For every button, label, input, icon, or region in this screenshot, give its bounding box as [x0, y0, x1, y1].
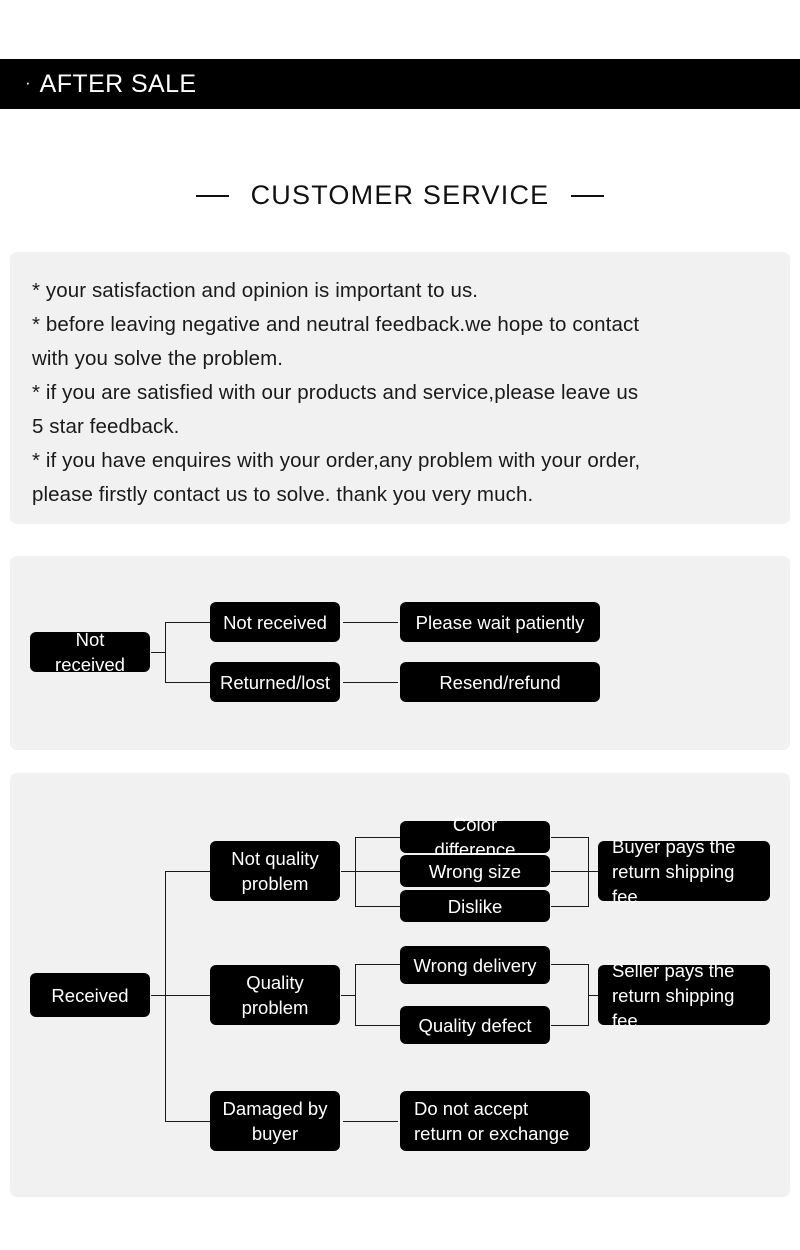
connector-reason-arm — [355, 906, 400, 908]
flow-box-root-not-received: Not received — [30, 629, 150, 675]
policy-line: with you solve the problem. — [32, 347, 284, 370]
policy-line: * if you have enquires with your order,a… — [32, 449, 641, 472]
policy-panel: * your satisfaction and opinion is impor… — [10, 252, 790, 524]
policy-line: * before leaving negative and neutral fe… — [32, 313, 640, 336]
connector-branch-arm — [165, 682, 210, 684]
connector-category-to-outcome — [343, 1121, 398, 1123]
connector-category-arm — [165, 1121, 210, 1123]
policy-line: * your satisfaction and opinion is impor… — [32, 279, 479, 302]
connector-reason-arm — [355, 871, 400, 873]
title-rule-left-icon — [195, 194, 229, 197]
received-flow-panel: Received Not quality problem Color diffe… — [10, 773, 790, 1197]
policy-line: * if you are satisfied with our products… — [32, 381, 639, 404]
bullet-dot-icon: · — [25, 72, 31, 92]
connector-root-stub — [151, 652, 165, 654]
flow-box-outcome-buyer-pays: Buyer pays the return shipping fee — [598, 836, 770, 907]
connector-reason-out-arm — [551, 964, 589, 966]
connector-cause-to-outcome — [343, 682, 398, 684]
connector-root-rail — [165, 622, 167, 682]
connector-category-arm — [165, 871, 210, 873]
connector-root-stub — [151, 995, 165, 997]
connector-reason-out-arm — [551, 837, 589, 839]
flow-box-root-received: Received — [30, 973, 150, 1017]
flow-box-reason-wrong-delivery: Wrong delivery — [400, 946, 550, 984]
flow-box-reason-quality-defect: Quality defect — [400, 1006, 550, 1044]
flow-box-category-not-quality-problem: Not quality problem — [210, 841, 340, 901]
flow-box-outcome-wait-patiently: Please wait patiently — [400, 602, 600, 642]
flow-box-category-damaged-by-buyer: Damaged by buyer — [210, 1091, 340, 1151]
flow-box-outcome-no-return-exchange: Do not accept return or exchange — [400, 1091, 590, 1151]
page-title: CUSTOMER SERVICE — [250, 180, 550, 210]
flow-box-reason-wrong-size: Wrong size — [400, 855, 550, 887]
policy-line: 5 star feedback. — [32, 415, 180, 438]
connector-branch-arm — [165, 622, 210, 624]
flow-box-reason-dislike: Dislike — [400, 890, 550, 922]
after-sale-header: · AFTER SALE — [0, 59, 800, 109]
flow-box-cause-returned-lost: Returned/lost — [210, 662, 340, 702]
flow-box-outcome-resend-refund: Resend/refund — [400, 662, 600, 702]
connector-reason-out-arm — [551, 1025, 589, 1027]
connector-reason-arm — [355, 964, 400, 966]
connector-category-stub — [341, 995, 355, 997]
connector-reason-rail — [355, 964, 357, 1025]
section-title-row: CUSTOMER SERVICE — [0, 180, 800, 211]
flow-box-reason-color-difference: Color difference — [400, 814, 550, 860]
flow-box-cause-not-received: Not received — [210, 602, 340, 642]
connector-category-arm — [165, 995, 210, 997]
header-title: AFTER SALE — [39, 69, 197, 98]
title-rule-right-icon — [571, 194, 605, 197]
connector-cause-to-outcome — [343, 622, 398, 624]
policy-line: please firstly contact us to solve. than… — [32, 483, 534, 506]
flow-box-outcome-seller-pays: Seller pays the return shipping fee — [598, 960, 770, 1031]
not-received-flow-panel: Not received Not received Returned/lost … — [10, 556, 790, 750]
connector-reason-arm — [355, 837, 400, 839]
flow-box-category-quality-problem: Quality problem — [210, 965, 340, 1025]
connector-reason-out-arm — [551, 871, 589, 873]
connector-category-stub — [341, 871, 355, 873]
connector-reason-out-arm — [551, 906, 589, 908]
connector-reason-arm — [355, 1025, 400, 1027]
